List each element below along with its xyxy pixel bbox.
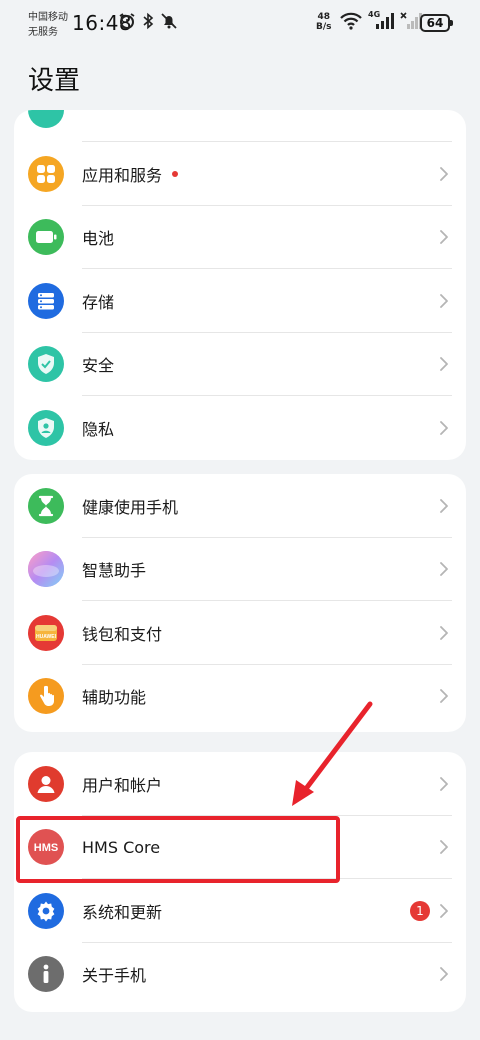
svg-text:HUAWEI: HUAWEI — [36, 634, 57, 640]
status-icons-right: 4G — [340, 10, 422, 30]
settings-row[interactable]: 应用和服务 — [14, 142, 466, 206]
settings-row[interactable]: 健康使用手机 — [14, 474, 466, 538]
wifi-icon — [340, 12, 362, 30]
settings-row[interactable]: 智慧助手 — [14, 538, 466, 601]
settings-row[interactable]: 安全 — [14, 333, 466, 396]
settings-row-label: 安全 — [82, 356, 115, 376]
partial-row — [14, 110, 466, 142]
settings-row-label: 辅助功能 — [82, 688, 147, 708]
settings-row-label: 存储 — [82, 292, 115, 312]
settings-group-1: 应用和服务电池存储安全隐私 — [14, 110, 466, 460]
alarm-icon — [119, 13, 135, 29]
settings-row[interactable]: 存储 — [14, 269, 466, 333]
settings-row[interactable]: 用户和帐户 — [14, 752, 466, 816]
highlight-box — [16, 816, 340, 883]
settings-row[interactable]: 系统和更新 1 — [14, 879, 466, 943]
storage-icon — [28, 282, 64, 319]
status-bar: 中国移动 无服务 16:48 48 B/s 4G 64 — [0, 0, 480, 50]
accessibility-hand-icon — [28, 678, 64, 715]
network-speed-value: 48 — [317, 12, 331, 22]
network-speed: 48 B/s — [316, 12, 332, 32]
partial-row-icon — [28, 110, 64, 128]
settings-row-label: 电池 — [82, 229, 115, 249]
chevron-right-icon — [440, 840, 448, 855]
settings-row-label: 关于手机 — [82, 966, 147, 986]
settings-row[interactable]: 辅助功能 — [14, 665, 466, 729]
bell-muted-icon — [161, 13, 177, 29]
shield-icon — [28, 346, 64, 383]
chevron-right-icon — [440, 689, 448, 704]
battery-indicator: 64 — [420, 14, 453, 32]
settings-row-label: 钱包和支付 — [82, 624, 163, 644]
settings-row[interactable]: 隐私 — [14, 396, 466, 460]
no-signal-icon — [400, 12, 422, 29]
bluetooth-icon — [143, 12, 154, 30]
carrier-name: 中国移动 — [28, 12, 68, 23]
settings-row-label: 智慧助手 — [82, 561, 147, 581]
carrier-status: 无服务 — [28, 27, 58, 38]
info-icon — [28, 956, 64, 993]
chevron-right-icon — [440, 903, 448, 918]
chevron-right-icon — [440, 562, 448, 577]
chevron-right-icon — [440, 498, 448, 513]
carrier-info: 中国移动 无服务 — [28, 10, 68, 40]
chevron-right-icon — [440, 776, 448, 791]
chevron-right-icon — [440, 625, 448, 640]
privacy-icon — [28, 409, 64, 446]
apps-grid-icon — [28, 155, 64, 192]
network-speed-unit: B/s — [316, 22, 332, 32]
hourglass-icon — [28, 487, 64, 524]
assistant-icon — [28, 551, 64, 588]
chevron-right-icon — [440, 357, 448, 372]
page-title: 设置 — [28, 66, 81, 96]
settings-row-label: 健康使用手机 — [82, 497, 179, 517]
settings-row-label: 用户和帐户 — [82, 775, 163, 795]
settings-row[interactable]: 关于手机 — [14, 943, 466, 1007]
user-icon — [28, 765, 64, 802]
chevron-right-icon — [440, 166, 448, 181]
chevron-right-icon — [440, 420, 448, 435]
gear-icon — [28, 892, 64, 929]
cellular-signal-icon: 4G — [368, 10, 394, 30]
notification-dot — [172, 170, 178, 177]
chevron-right-icon — [440, 293, 448, 308]
chevron-right-icon — [440, 967, 448, 982]
settings-row-label: 隐私 — [82, 419, 115, 439]
settings-row[interactable]: HUAWEI 钱包和支付 — [14, 601, 466, 665]
settings-row-label: 应用和服务 — [82, 165, 163, 185]
wallet-icon: HUAWEI — [28, 614, 64, 651]
battery-icon — [28, 219, 64, 256]
chevron-right-icon — [440, 230, 448, 245]
status-icons-left — [118, 12, 178, 30]
update-badge: 1 — [410, 900, 430, 921]
settings-row-label: 系统和更新 — [82, 902, 163, 922]
settings-group-2: 健康使用手机 智慧助手 HUAWEI 钱包和支付辅助功能 — [14, 474, 466, 732]
settings-row[interactable]: 电池 — [14, 206, 466, 269]
